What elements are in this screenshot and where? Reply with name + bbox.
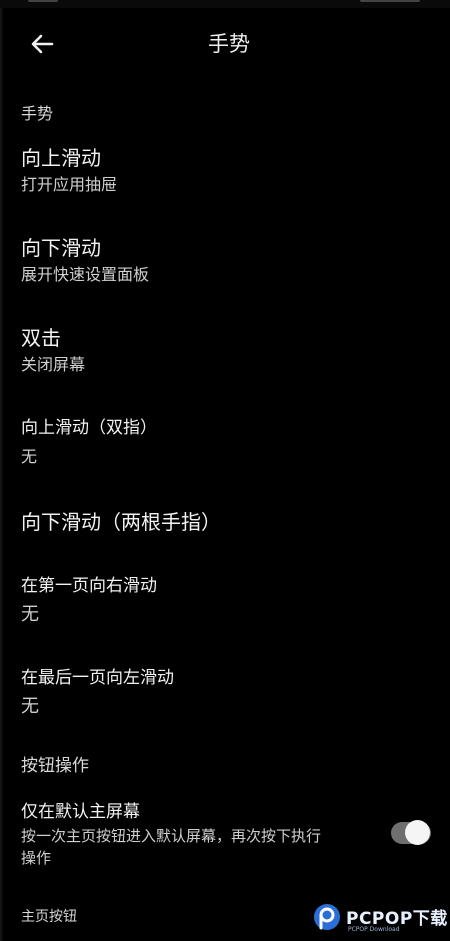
item-subtitle: 无	[21, 604, 39, 625]
gesture-swipe-up[interactable]: 向上滑动 打开应用抽屉	[0, 140, 450, 196]
item-subtitle: 打开应用抽屉	[21, 175, 118, 194]
gesture-two-finger-swipe-up[interactable]: 向上滑动（双指） 无	[0, 410, 450, 466]
item-title: 向上滑动（双指）	[21, 418, 157, 438]
item-title: 向下滑动（两根手指）	[21, 510, 221, 534]
item-subtitle: 展开快速设置面板	[21, 265, 150, 284]
default-home-only-description: 按一次主页按钮进入默认屏幕，再次按下执行操作	[21, 827, 322, 867]
gesture-two-finger-swipe-down[interactable]: 向下滑动（两根手指）	[0, 504, 450, 538]
item-title: 向上滑动	[21, 146, 101, 170]
item-subtitle: 无	[21, 447, 38, 466]
item-title: 在最后一页向左滑动	[21, 668, 174, 688]
pcpop-logo-icon	[312, 902, 342, 932]
toggle-knob	[405, 820, 430, 845]
gesture-swipe-down[interactable]: 向下滑动 展开快速设置面板	[0, 230, 450, 286]
status-icons	[360, 0, 420, 2]
watermark: PCPOP下载 PCPOP Download	[312, 900, 448, 938]
gesture-last-page-swipe-left[interactable]: 在最后一页向左滑动 无	[0, 660, 450, 720]
item-subtitle: 无	[21, 696, 39, 717]
item-subtitle: 关闭屏幕	[21, 355, 86, 374]
header: 手势	[0, 20, 450, 66]
item-title: 向下滑动	[21, 236, 101, 260]
default-home-only-toggle[interactable]	[391, 820, 431, 845]
watermark-subtext: PCPOP Download	[348, 926, 400, 933]
status-time	[28, 0, 58, 2]
item-title: 双击	[21, 326, 61, 350]
item-title: 在第一页向右滑动	[21, 576, 157, 596]
section-label-buttons: 按钮操作	[21, 756, 89, 776]
status-bar	[0, 0, 450, 8]
gesture-settings-screen: 手势 手势 向上滑动 打开应用抽屉 向下滑动 展开快速设置面板 双击 关闭屏幕 …	[0, 0, 450, 941]
section-label-home-button: 主页按钮	[21, 909, 77, 925]
gesture-double-tap[interactable]: 双击 关闭屏幕	[0, 320, 450, 376]
section-label-gestures: 手势	[21, 104, 54, 123]
item-title: 仅在默认主屏幕	[21, 802, 140, 822]
gesture-first-page-swipe-right[interactable]: 在第一页向右滑动 无	[0, 568, 450, 628]
page-title: 手势	[208, 32, 250, 56]
